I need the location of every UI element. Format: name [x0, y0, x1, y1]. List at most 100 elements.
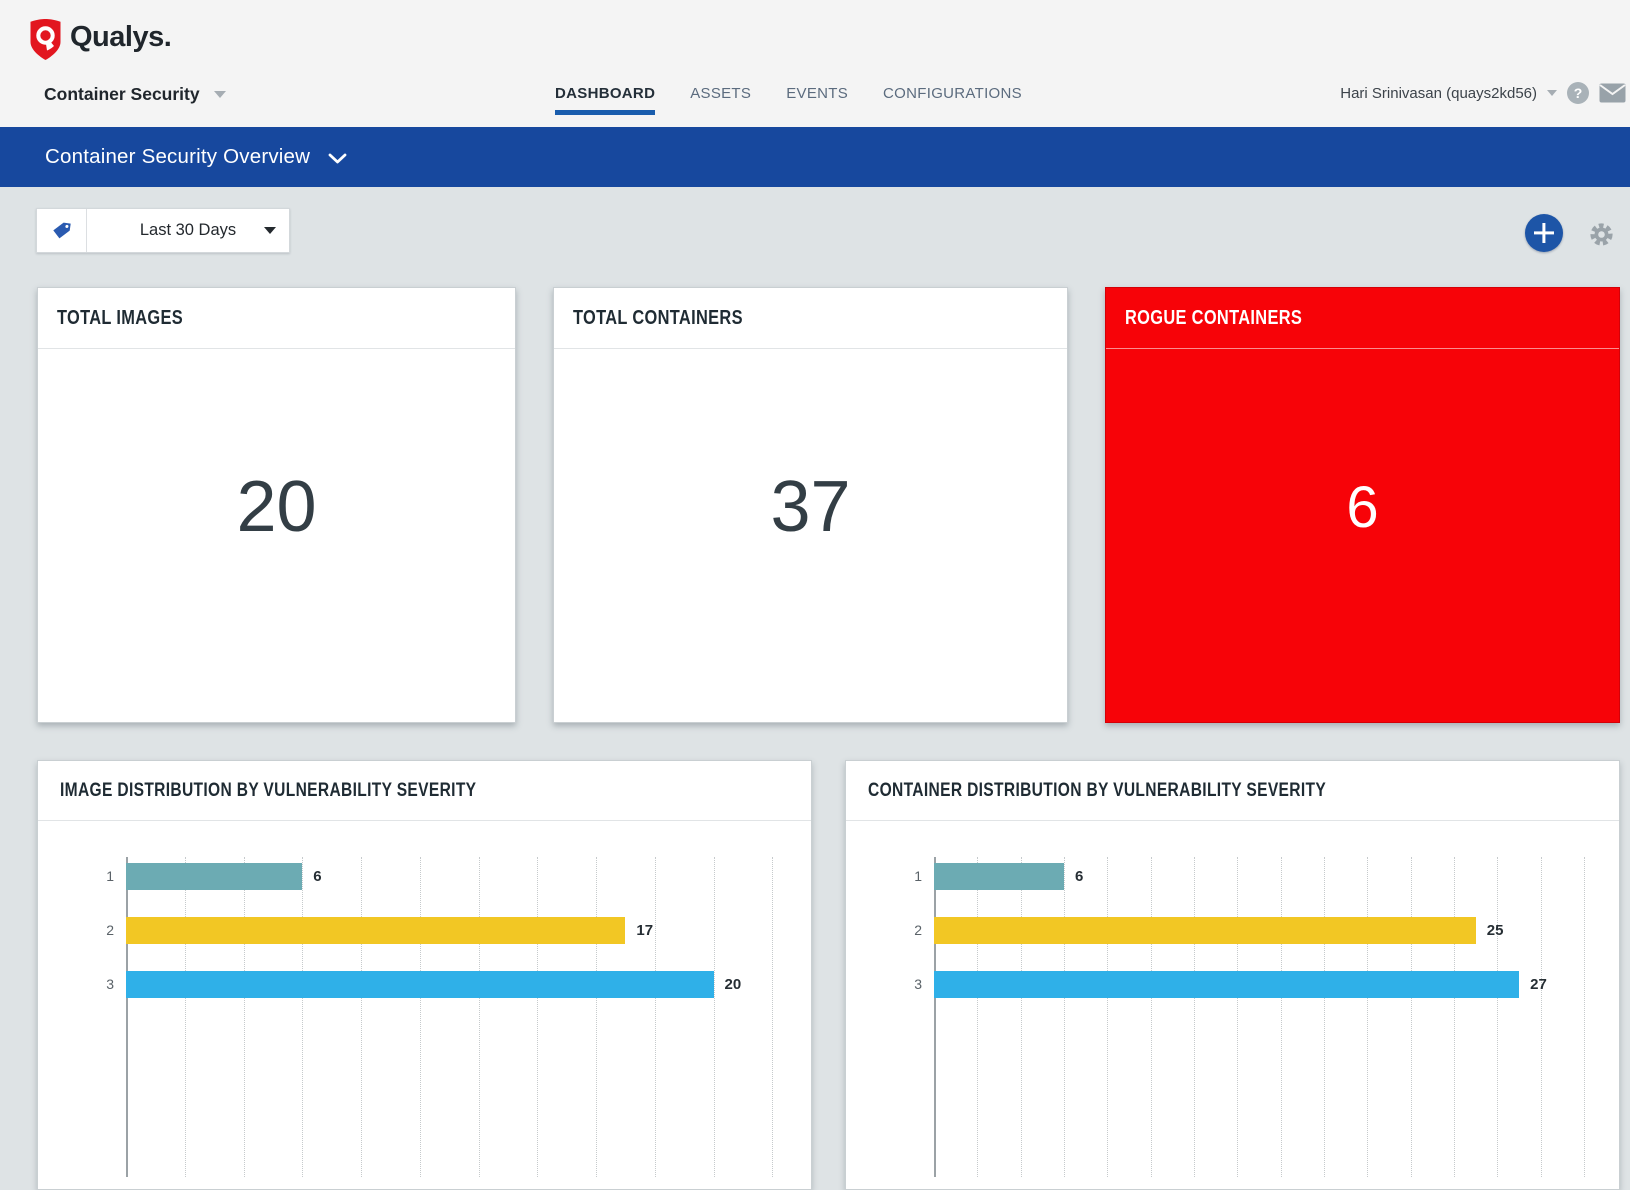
category-label: 2	[900, 917, 922, 944]
bar-value-label: 27	[1530, 976, 1547, 993]
tag-icon	[50, 219, 73, 242]
bar-row-severity-1: 16	[126, 863, 787, 890]
dropdown-arrow-icon	[264, 227, 276, 234]
chart-image-distribution[interactable]: IMAGE DISTRIBUTION BY VULNERABILITY SEVE…	[37, 760, 812, 1190]
app-header: Qualys. Container Security DASHBOARD ASS…	[0, 0, 1630, 127]
chart-title: IMAGE DISTRIBUTION BY VULNERABILITY SEVE…	[60, 780, 476, 802]
gridline	[596, 857, 597, 1177]
gridline	[1237, 857, 1238, 1177]
card-body: 37	[554, 349, 1067, 723]
bar-row-severity-2: 225	[934, 917, 1595, 944]
card-body: 20	[38, 349, 515, 723]
card-header: TOTAL IMAGES	[38, 288, 515, 349]
chart-container-distribution[interactable]: CONTAINER DISTRIBUTION BY VULNERABILITY …	[845, 760, 1620, 1190]
gridline	[1411, 857, 1412, 1177]
bar-value-label: 6	[313, 868, 321, 885]
time-range-value: Last 30 Days	[140, 221, 236, 240]
bar-value-label: 17	[636, 922, 653, 939]
gridline	[1497, 857, 1498, 1177]
chevron-down-icon	[214, 91, 226, 98]
category-label: 1	[900, 863, 922, 890]
product-label: Container Security	[44, 84, 200, 105]
filter-box: Last 30 Days	[36, 208, 290, 253]
gridline	[655, 857, 656, 1177]
y-axis-line	[934, 857, 936, 1177]
category-label: 3	[92, 971, 114, 998]
add-widget-button[interactable]	[1525, 214, 1563, 252]
total-images-value: 20	[236, 466, 316, 548]
severity-bar[interactable]	[934, 863, 1064, 890]
tag-filter-button[interactable]	[37, 209, 87, 252]
gridline	[1151, 857, 1152, 1177]
severity-bar[interactable]	[126, 971, 714, 998]
tab-dashboard[interactable]: DASHBOARD	[555, 85, 655, 102]
user-area: Hari Srinivasan (quays2kd56) ?	[1340, 82, 1626, 104]
tab-events[interactable]: EVENTS	[786, 85, 848, 102]
time-range-select[interactable]: Last 30 Days	[87, 209, 289, 252]
mail-icon[interactable]	[1599, 83, 1626, 103]
chart-header: IMAGE DISTRIBUTION BY VULNERABILITY SEVE…	[38, 761, 811, 821]
gridline	[1281, 857, 1282, 1177]
card-header: ROGUE CONTAINERS	[1106, 288, 1619, 349]
charts-row: IMAGE DISTRIBUTION BY VULNERABILITY SEVE…	[37, 760, 1620, 1190]
gridline	[302, 857, 303, 1177]
card-total-containers[interactable]: TOTAL CONTAINERS 37	[553, 287, 1068, 723]
severity-bar[interactable]	[126, 863, 302, 890]
gear-icon[interactable]	[1588, 221, 1615, 248]
severity-bar[interactable]	[126, 917, 625, 944]
chart-header: CONTAINER DISTRIBUTION BY VULNERABILITY …	[846, 761, 1619, 821]
card-title: TOTAL IMAGES	[57, 307, 183, 330]
gridline	[772, 857, 773, 1177]
gridline	[244, 857, 245, 1177]
severity-bar[interactable]	[934, 917, 1476, 944]
card-header: TOTAL CONTAINERS	[554, 288, 1067, 349]
bar-row-severity-2: 217	[126, 917, 787, 944]
card-body: 6	[1106, 349, 1619, 723]
qualys-logo-icon	[29, 18, 62, 61]
gridline	[479, 857, 480, 1177]
tab-assets[interactable]: ASSETS	[690, 85, 751, 102]
bar-row-severity-3: 320	[126, 971, 787, 998]
gridline	[420, 857, 421, 1177]
chevron-down-icon[interactable]	[1547, 90, 1557, 96]
card-total-images[interactable]: TOTAL IMAGES 20	[37, 287, 516, 723]
bar-value-label: 20	[725, 976, 742, 993]
chevron-down-icon[interactable]	[328, 153, 347, 164]
gridline	[361, 857, 362, 1177]
dashboard-title: Container Security Overview	[45, 145, 310, 169]
tab-configurations[interactable]: CONFIGURATIONS	[883, 85, 1022, 102]
brand-wordmark: Qualys.	[70, 21, 171, 54]
help-icon[interactable]: ?	[1567, 82, 1589, 104]
main-nav: DASHBOARD ASSETS EVENTS CONFIGURATIONS	[555, 85, 1022, 102]
bar-chart-plot: 16 225 327	[934, 857, 1595, 1177]
page: Qualys. Container Security DASHBOARD ASS…	[0, 0, 1630, 1030]
product-switcher[interactable]: Container Security	[44, 84, 226, 105]
card-rogue-containers[interactable]: ROGUE CONTAINERS 6	[1105, 287, 1620, 723]
gridline	[537, 857, 538, 1177]
bar-value-label: 6	[1075, 868, 1083, 885]
y-axis-line	[126, 857, 128, 1177]
card-title: ROGUE CONTAINERS	[1125, 307, 1302, 330]
category-label: 2	[92, 917, 114, 944]
gridline	[1194, 857, 1195, 1177]
bar-row-severity-3: 327	[934, 971, 1595, 998]
gridline	[1107, 857, 1108, 1177]
bar-chart-plot: 16 217 320	[126, 857, 787, 1177]
summary-cards-row: TOTAL IMAGES 20 TOTAL CONTAINERS 37 ROGU…	[37, 287, 1620, 723]
gridline	[1324, 857, 1325, 1177]
category-label: 3	[900, 971, 922, 998]
card-title: TOTAL CONTAINERS	[573, 307, 743, 330]
gridline	[1454, 857, 1455, 1177]
user-menu-label[interactable]: Hari Srinivasan (quays2kd56)	[1340, 85, 1537, 102]
gridline	[714, 857, 715, 1177]
gridline	[185, 857, 186, 1177]
gridline	[1021, 857, 1022, 1177]
bar-value-label: 25	[1487, 922, 1504, 939]
rogue-containers-value: 6	[1346, 474, 1378, 541]
severity-bar[interactable]	[934, 971, 1519, 998]
bar-row-severity-1: 16	[934, 863, 1595, 890]
dashboard-selector-bar: Container Security Overview	[0, 127, 1630, 187]
gridline	[1584, 857, 1585, 1177]
gridline	[1541, 857, 1542, 1177]
gridline	[1064, 857, 1065, 1177]
